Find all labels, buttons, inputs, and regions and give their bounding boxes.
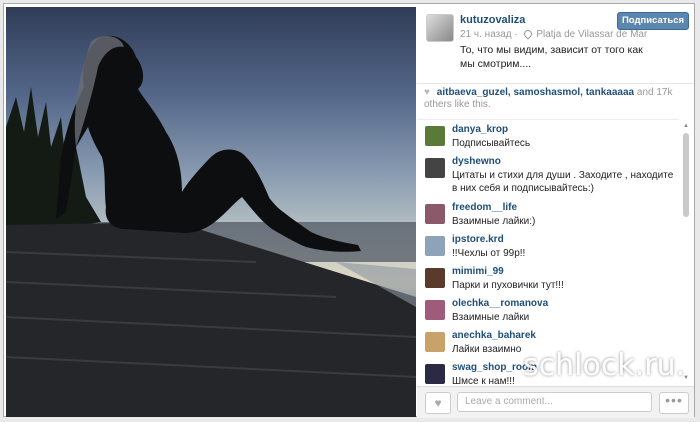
commenter-avatar[interactable]: [425, 126, 445, 146]
commenter-username[interactable]: ipstore.krd: [452, 234, 504, 245]
likes-summary: ♥ aitbaeva_guzel, samoshasmol, tankaaaaa…: [424, 87, 689, 123]
comment-text: Взаимные лайки:): [452, 216, 536, 227]
likers-names[interactable]: aitbaeva_guzel, samoshasmol, tankaaaaa: [437, 87, 634, 98]
commenter-username[interactable]: danya_krop: [452, 124, 508, 135]
comment-text: Цитаты и стихи для души . Заходите , нах…: [452, 170, 674, 194]
subscribe-button[interactable]: Подписаться: [617, 12, 689, 30]
commenter-username[interactable]: olechka__romanova: [452, 298, 548, 309]
commenter-username[interactable]: anechka_baharek: [452, 330, 536, 341]
comment-text: Подписывайтесь: [452, 138, 531, 149]
commenter-username[interactable]: dyshewno: [452, 156, 501, 167]
commenter-avatar[interactable]: [425, 236, 445, 256]
commenter-username[interactable]: freedom__life: [452, 202, 517, 213]
likes-count[interactable]: and 17k: [637, 87, 673, 98]
heart-icon: ♥: [424, 87, 430, 98]
commenter-avatar[interactable]: [425, 268, 445, 288]
more-options-button[interactable]: •••: [659, 392, 689, 414]
comment-text: !!Чехлы от 99р!!: [452, 248, 526, 259]
commenter-username[interactable]: mimimi_99: [452, 266, 504, 277]
photo-silhouette-graphic: [6, 35, 416, 417]
post-header: kutuzovaliza 21 ч. назад · Platja de Vil…: [417, 7, 694, 84]
post-time[interactable]: 21 ч. назад: [460, 29, 512, 40]
comment-input[interactable]: Leave a comment...: [457, 392, 652, 412]
scroll-up-icon[interactable]: ▲: [682, 123, 690, 129]
comment-text: Взаимные лайки: [452, 312, 530, 323]
commenter-avatar[interactable]: [425, 364, 445, 384]
commenter-avatar[interactable]: [425, 300, 445, 320]
comment-footer: ♥ Leave a comment... •••: [417, 386, 694, 418]
likes-others: others like this.: [424, 99, 491, 110]
meta-separator: ·: [514, 29, 518, 40]
scrollbar-thumb[interactable]: [683, 133, 689, 217]
author-username[interactable]: kutuzovaliza: [460, 14, 525, 26]
location-pin-icon: [521, 28, 534, 41]
commenter-avatar[interactable]: [425, 158, 445, 178]
like-button[interactable]: ♥: [425, 392, 451, 414]
heart-outline-icon: ♥: [434, 396, 442, 410]
post-caption: То, что мы видим, зависит от того как мы…: [460, 44, 643, 70]
post-photo[interactable]: [6, 7, 416, 417]
watermark-text: schlock.ru.: [523, 348, 686, 383]
comment-text: Парки и пуховички тут!!!: [452, 280, 564, 291]
commenter-avatar[interactable]: [425, 332, 445, 352]
commenter-avatar[interactable]: [425, 204, 445, 224]
post-location[interactable]: Platja de Vilassar de Mar: [536, 29, 647, 40]
post-meta: 21 ч. назад · Platja de Vilassar de Mar: [460, 28, 647, 41]
author-avatar[interactable]: [426, 14, 454, 42]
comments-scrollbar[interactable]: ▲ ▼: [682, 123, 690, 383]
